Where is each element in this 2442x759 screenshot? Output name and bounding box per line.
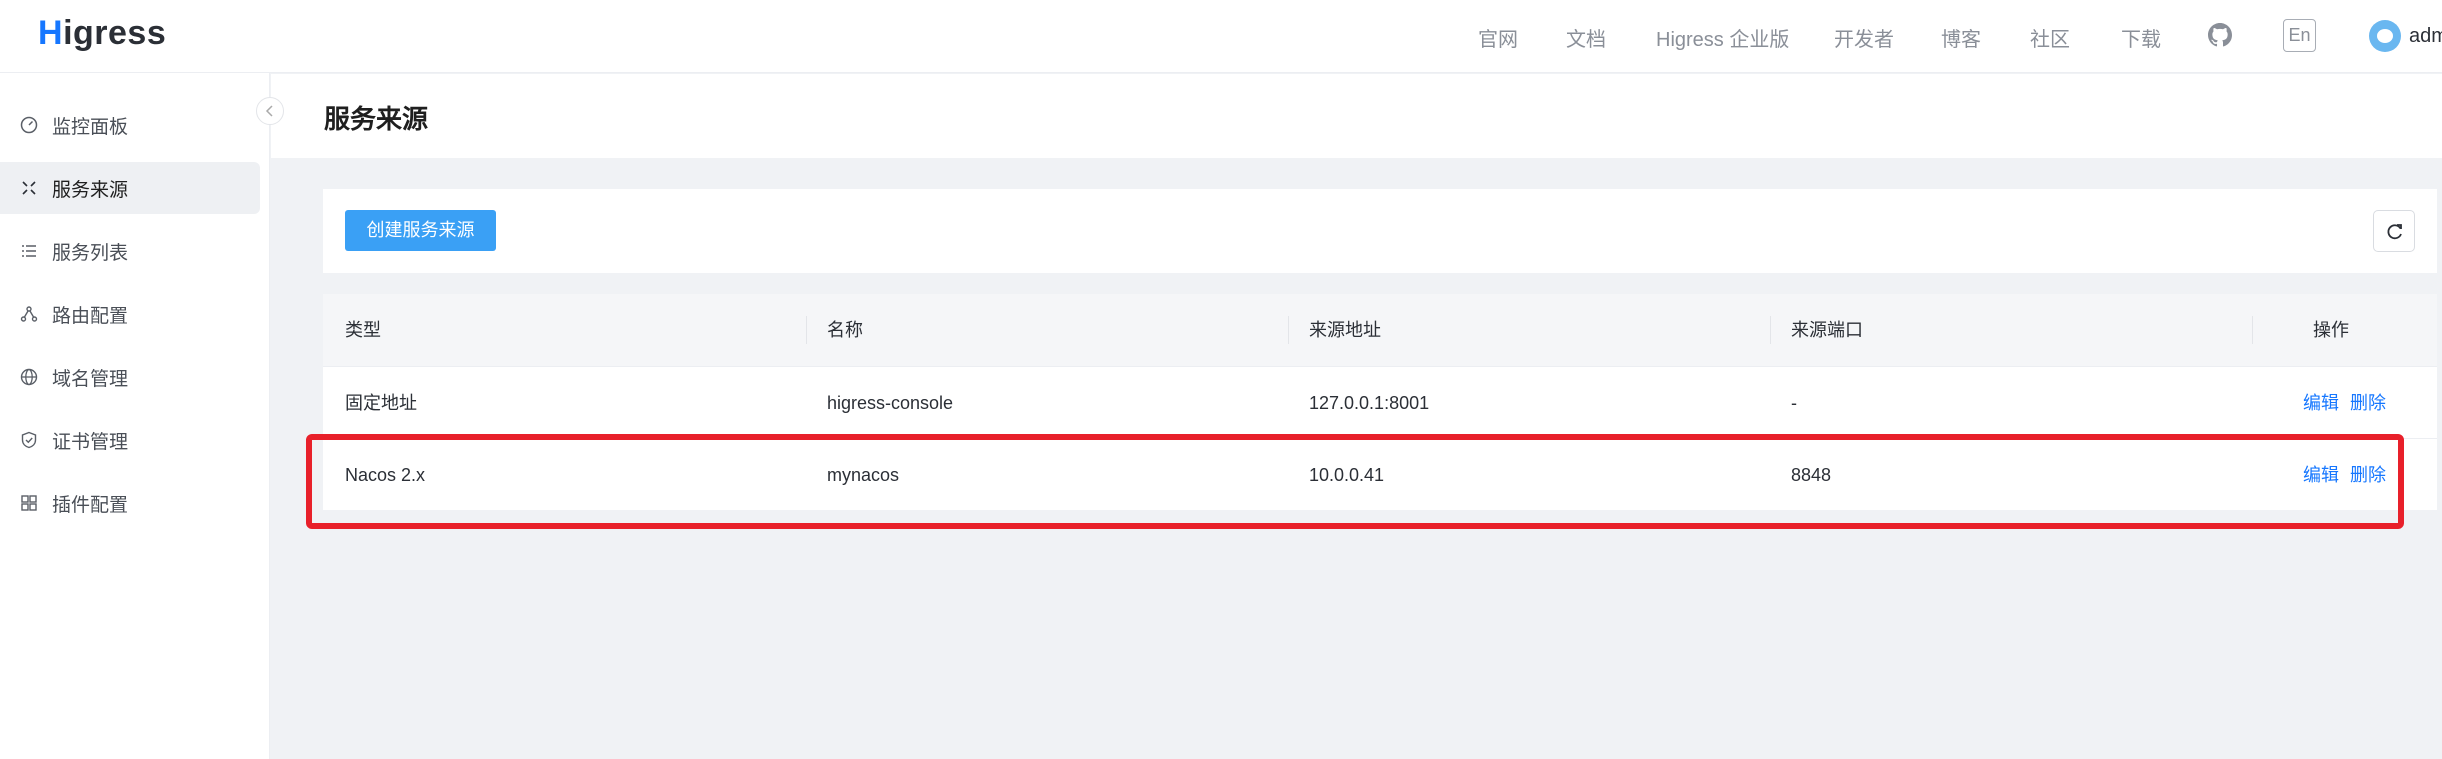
column-header-name: 名称 [827, 320, 863, 340]
column-header-address: 来源地址 [1309, 320, 1381, 340]
chevron-left-icon [265, 105, 273, 117]
table-row: Nacos 2.x mynacos 10.0.0.41 8848 编辑 删除 [323, 438, 2437, 510]
shield-icon [21, 431, 37, 449]
table-header: 类型 名称 来源地址 来源端口 操作 [323, 294, 2437, 366]
globe-icon [20, 368, 38, 386]
sidebar-item-label: 服务列表 [52, 242, 129, 264]
sidebar-item-label: 证书管理 [52, 431, 129, 453]
sidebar-item-monitor[interactable]: 监控面板 [0, 99, 260, 151]
cell-port: 8848 [1791, 465, 1832, 485]
create-service-source-button[interactable]: 创建服务来源 [345, 210, 496, 251]
cell-name: higress-console [827, 393, 954, 413]
list-icon [22, 245, 36, 257]
column-header-type: 类型 [345, 320, 381, 340]
cell-type: Nacos 2.x [345, 465, 426, 485]
github-icon[interactable] [2208, 23, 2232, 47]
cell-name: mynacos [827, 465, 900, 485]
toolbar [323, 189, 2437, 273]
nav-enterprise[interactable]: Higress 企业版 [1656, 23, 1789, 52]
route-icon [20, 306, 38, 322]
sidebar-item-label: 监控面板 [52, 116, 129, 138]
sidebar: 监控面板 服务来源 服务列表 路由配置 域名管理 证书管理 插件配置 [0, 73, 270, 759]
sidebar-item-label: 路由配置 [52, 305, 129, 327]
sidebar-item-label: 域名管理 [52, 368, 129, 390]
logo-text: igress [63, 14, 167, 52]
column-header-actions: 操作 [2313, 320, 2349, 340]
edit-link[interactable]: 编辑 [2303, 439, 2339, 511]
plugin-icon [21, 495, 37, 511]
nav-docs[interactable]: 文档 [1566, 23, 1606, 52]
nav-community[interactable]: 社区 [2030, 23, 2070, 52]
column-header-port: 来源端口 [1791, 320, 1863, 340]
edit-link[interactable]: 编辑 [2303, 367, 2339, 439]
sidebar-item-label: 服务来源 [52, 179, 129, 201]
dashboard-icon [20, 116, 38, 134]
sidebar-item-domain[interactable]: 域名管理 [0, 351, 260, 403]
refresh-button[interactable] [2373, 210, 2415, 252]
cell-address: 10.0.0.41 [1309, 465, 1385, 485]
column-divider [806, 316, 807, 344]
delete-link[interactable]: 删除 [2350, 367, 2386, 439]
cell-type: 固定地址 [345, 393, 417, 413]
sidebar-item-route[interactable]: 路由配置 [0, 288, 260, 340]
nav-developer[interactable]: 开发者 [1834, 23, 1894, 52]
top-header: Higress 官网 文档 Higress 企业版 开发者 博客 社区 下载 E… [0, 0, 2442, 73]
user-name[interactable]: adm [2409, 25, 2442, 48]
refresh-icon [2387, 224, 2402, 240]
nav-official-site[interactable]: 官网 [1478, 23, 1518, 52]
language-toggle[interactable]: En [2283, 19, 2316, 52]
page-title: 服务来源 [324, 104, 429, 134]
page-header [271, 74, 2442, 158]
higress-logo[interactable]: Higress [38, 14, 166, 53]
service-source-icon [22, 181, 36, 195]
column-divider [1288, 316, 1289, 344]
column-divider [2252, 316, 2253, 344]
sidebar-item-service-list[interactable]: 服务列表 [0, 225, 260, 277]
column-divider [1770, 316, 1771, 344]
cell-port: - [1791, 393, 1797, 413]
avatar[interactable] [2369, 20, 2401, 52]
nav-download[interactable]: 下载 [2121, 23, 2161, 52]
cell-address: 127.0.0.1:8001 [1309, 393, 1430, 413]
sidebar-item-plugin[interactable]: 插件配置 [0, 477, 260, 529]
sidebar-item-service-source[interactable]: 服务来源 [0, 162, 260, 214]
sidebar-item-certificate[interactable]: 证书管理 [0, 414, 260, 466]
delete-link[interactable]: 删除 [2350, 439, 2386, 511]
nav-blog[interactable]: 博客 [1941, 23, 1981, 52]
table-row: 固定地址 higress-console 127.0.0.1:8001 - 编辑… [323, 366, 2437, 438]
sidebar-item-label: 插件配置 [52, 494, 129, 516]
sidebar-collapse-button[interactable] [256, 97, 284, 125]
